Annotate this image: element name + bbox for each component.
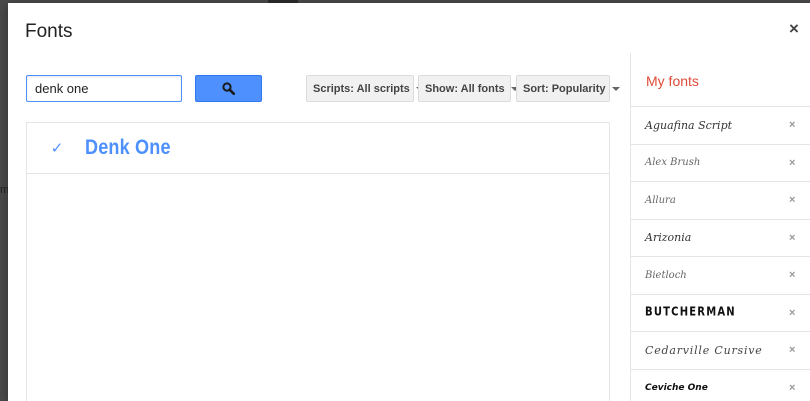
remove-icon[interactable]: × [789,119,795,131]
my-font-name: BUTCHERMAN [645,306,736,320]
search-button[interactable] [195,75,262,102]
remove-icon[interactable]: × [789,269,795,281]
my-fonts-sidebar: My fonts Aguafina Script × Alex Brush × … [630,53,810,401]
scripts-filter-dropdown[interactable]: Scripts: All scripts [306,75,424,102]
my-font-name: Alex Brush [645,157,701,169]
font-result-name: Denk One [85,136,171,159]
my-font-name: Aguafina Script [645,118,733,132]
remove-icon[interactable]: × [789,382,795,394]
remove-icon[interactable]: × [789,344,795,356]
font-results-list: ✓ Denk One [26,122,610,401]
my-font-item[interactable]: Ceviche One × [631,370,810,401]
scripts-filter-label: Scripts: All scripts [313,82,410,95]
my-font-name: Cedarville Cursive [645,343,763,357]
fonts-dialog: Fonts × Scripts: All scripts Show: All f… [8,3,810,401]
close-icon[interactable]: × [789,20,799,37]
my-font-item[interactable]: Aguafina Script × [631,107,810,145]
my-fonts-list: Aguafina Script × Alex Brush × Allura × … [631,106,810,401]
my-font-item[interactable]: Allura × [631,182,810,220]
checkmark-icon: ✓ [50,140,64,157]
caret-down-icon [611,86,620,91]
my-font-name: Bietloch [645,269,687,281]
my-font-item[interactable]: Cedarville Cursive × [631,332,810,370]
my-font-name: Arizonia [645,231,692,245]
my-font-item[interactable]: Bietloch × [631,257,810,295]
show-filter-label: Show: All fonts [425,82,505,95]
show-filter-dropdown[interactable]: Show: All fonts [418,75,519,102]
my-font-name: Allura [645,194,676,206]
remove-icon[interactable]: × [789,157,795,169]
remove-icon[interactable]: × [789,194,795,206]
my-fonts-title: My fonts [646,73,699,89]
my-font-name: Ceviche One [645,382,708,393]
font-search-input[interactable] [26,75,182,102]
sort-dropdown[interactable]: Sort: Popularity [516,75,620,102]
dialog-title: Fonts [25,21,73,42]
my-font-item[interactable]: BUTCHERMAN × [631,295,810,332]
remove-icon[interactable]: × [789,307,795,319]
remove-icon[interactable]: × [789,232,795,244]
my-font-item[interactable]: Alex Brush × [631,145,810,182]
sort-label: Sort: Popularity [523,82,606,95]
my-font-item[interactable]: Arizonia × [631,220,810,257]
font-result-row[interactable]: ✓ Denk One [27,123,609,174]
search-icon [222,82,235,95]
